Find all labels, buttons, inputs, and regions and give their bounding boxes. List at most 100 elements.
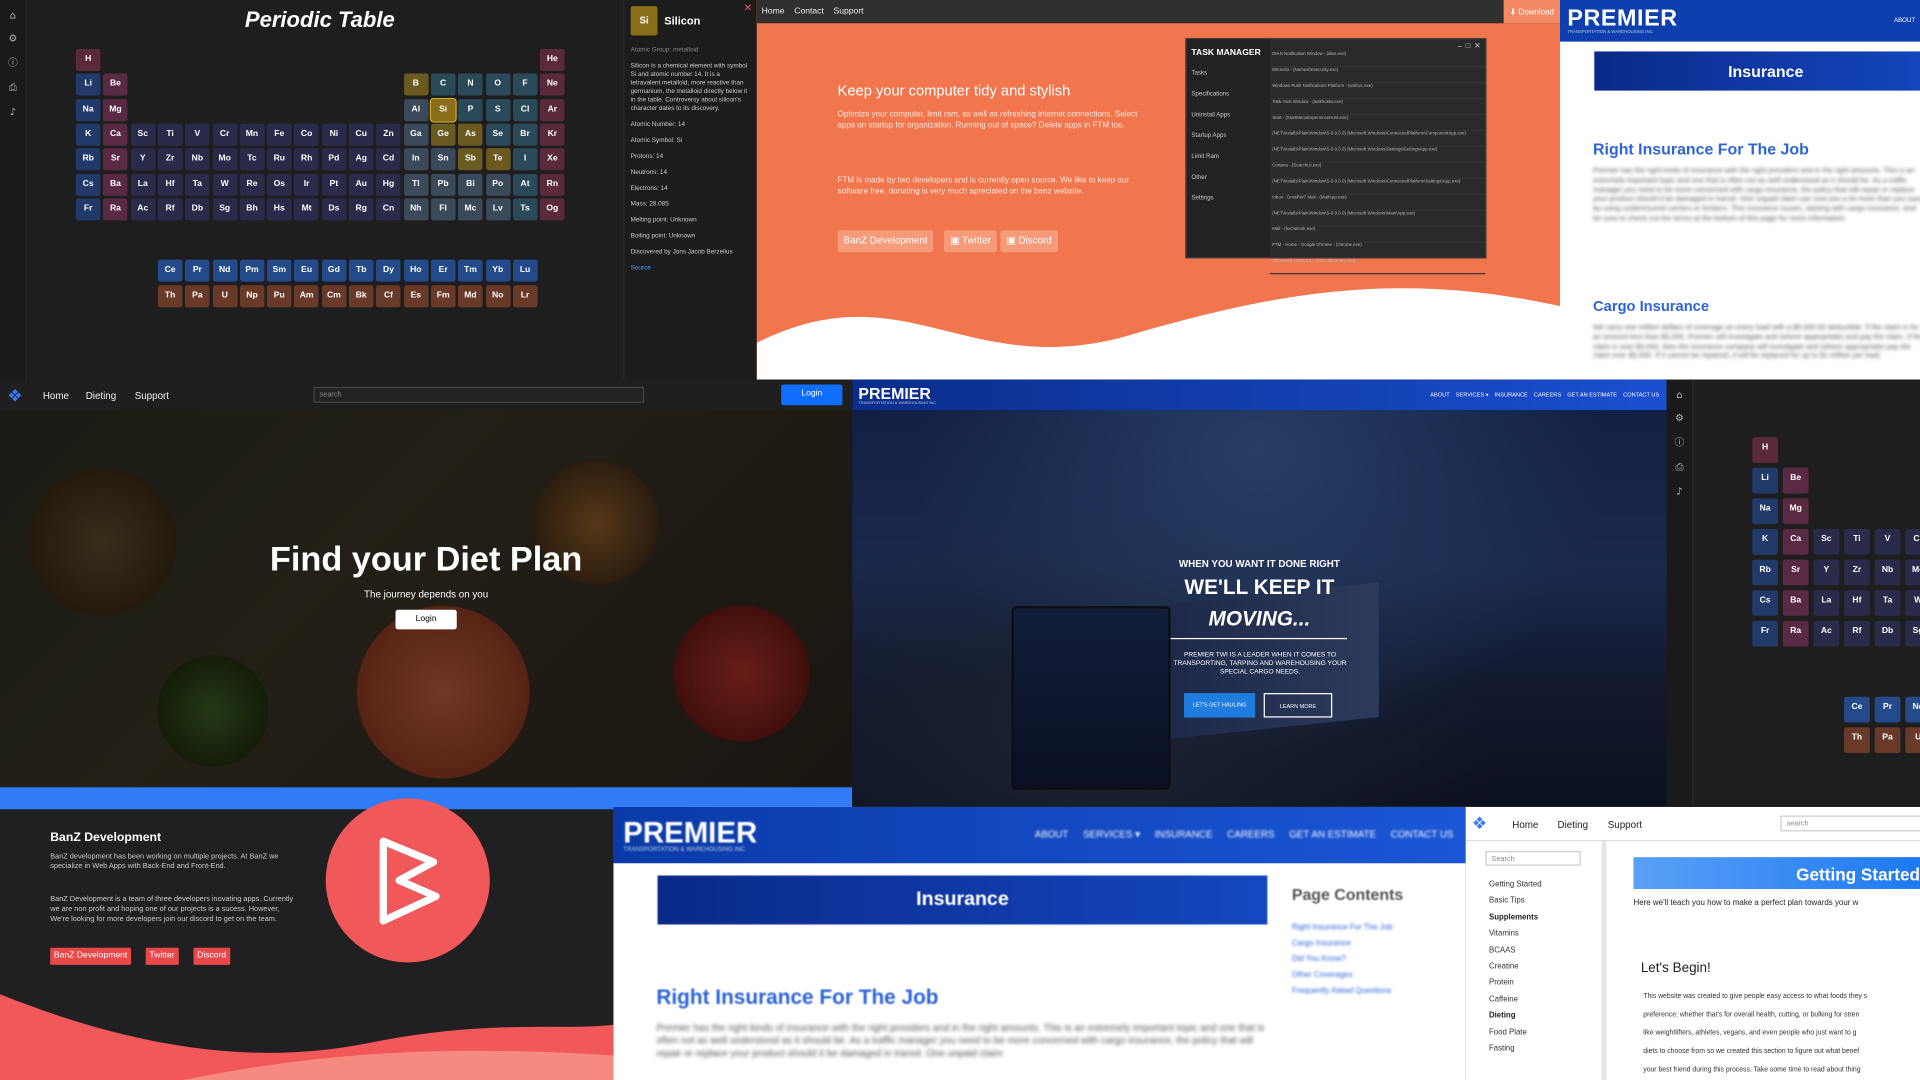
sidebar-item[interactable]: Dieting <box>1489 1012 1516 1021</box>
sidebar-item[interactable]: Food Plate <box>1489 1028 1527 1037</box>
twitter-button[interactable]: Twitter <box>145 947 179 965</box>
element-tile-os[interactable]: Os <box>267 173 292 196</box>
element-tile-rb[interactable]: Rb <box>75 148 101 171</box>
gear-icon[interactable]: ⚙ <box>1667 413 1693 424</box>
nav-home[interactable]: Home <box>1512 819 1538 830</box>
element-tile-rf[interactable]: Rf <box>157 198 183 221</box>
source-link[interactable]: Source <box>631 265 651 272</box>
sidebar-item[interactable]: Caffeine <box>1489 995 1518 1004</box>
element-tile-al[interactable]: Al <box>403 98 429 121</box>
element-tile-ac[interactable]: Ac <box>130 198 156 221</box>
process-row[interactable]: (NET\Installs\Plain\Window\S-0.0.0.0) (M… <box>1269 147 1486 163</box>
element-tile-mt[interactable]: Mt <box>294 198 319 221</box>
element-tile-ds[interactable]: Ds <box>321 198 347 221</box>
element-tile-ra[interactable]: Ra <box>103 198 128 221</box>
nav-link[interactable]: SERVICES ▾ <box>1083 829 1140 840</box>
nav-link[interactable]: ABOUT <box>1430 392 1449 398</box>
element-tile-nd[interactable]: Nd <box>212 259 237 282</box>
sidebar-item[interactable]: Supplements <box>1489 913 1538 922</box>
element-tile-sm[interactable]: Sm <box>267 259 292 282</box>
toc-link[interactable]: Frequently Asked Questions <box>1292 983 1393 999</box>
process-row[interactable]: DIAN Notification Window - (dian.exe) <box>1269 51 1486 68</box>
element-tile-cn[interactable]: Cn <box>376 198 401 221</box>
element-tile-br[interactable]: Br <box>512 123 538 146</box>
element-tile-pd[interactable]: Pd <box>321 148 347 171</box>
process-row[interactable]: (NET\Installs\Plain\Window\S-0.0.0.0) (M… <box>1269 179 1486 195</box>
element-tile-ta[interactable]: Ta <box>185 173 210 196</box>
element-tile-na[interactable]: Na <box>1752 498 1778 525</box>
element-tile-au[interactable]: Au <box>348 173 374 196</box>
toc-link[interactable]: Did You Know? <box>1292 951 1393 967</box>
nav-link[interactable]: CAREERS <box>1534 392 1561 398</box>
sidebar-item[interactable]: Vitamins <box>1489 930 1519 939</box>
menu-item[interactable]: Other <box>1191 174 1264 181</box>
element-tile-pt[interactable]: Pt <box>321 173 347 196</box>
element-tile-sc[interactable]: Sc <box>130 123 156 146</box>
element-tile-mc[interactable]: Mc <box>458 198 483 221</box>
element-tile-zn[interactable]: Zn <box>376 123 401 146</box>
element-tile-i[interactable]: I <box>512 148 538 171</box>
element-tile-ir[interactable]: Ir <box>294 173 319 196</box>
nav-link[interactable]: CONTACT US <box>1391 829 1454 840</box>
element-tile-sr[interactable]: Sr <box>1782 559 1809 586</box>
element-tile-ce[interactable]: Ce <box>1844 696 1870 722</box>
sidebar-item[interactable]: Fasting <box>1489 1044 1515 1053</box>
element-tile-in[interactable]: In <box>403 148 429 171</box>
element-tile-fe[interactable]: Fe <box>267 123 292 146</box>
element-tile-ho[interactable]: Ho <box>403 259 429 282</box>
sidebar-scrollbar[interactable] <box>1601 841 1607 1080</box>
element-tile-ti[interactable]: Ti <box>1844 528 1870 555</box>
window-controls[interactable]: – □ ✕ <box>1458 42 1481 50</box>
element-tile-y[interactable]: Y <box>130 148 156 171</box>
element-tile-ag[interactable]: Ag <box>348 148 374 171</box>
element-tile-pr[interactable]: Pr <box>1874 696 1901 722</box>
element-tile-lr[interactable]: Lr <box>512 284 538 307</box>
element-tile-te[interactable]: Te <box>485 148 511 171</box>
element-tile-na[interactable]: Na <box>75 98 101 121</box>
grape-logo-icon[interactable]: ❖ <box>7 386 22 407</box>
element-tile-fr[interactable]: Fr <box>1752 620 1778 647</box>
element-tile-si[interactable]: Si <box>429 97 457 122</box>
hero-login-button[interactable]: Login <box>395 609 457 630</box>
element-tile-ar[interactable]: Ar <box>540 98 565 121</box>
search-input[interactable]: search <box>1780 815 1920 832</box>
element-tile-tc[interactable]: Tc <box>239 148 265 171</box>
element-tile-h[interactable]: H <box>1752 437 1778 463</box>
volume-icon[interactable]: ♪ <box>0 107 26 118</box>
nav-dieting[interactable]: Dieting <box>86 391 116 402</box>
element-tile-ac[interactable]: Ac <box>1813 620 1840 647</box>
process-row[interactable]: Inbox - Gmail\W7 Mail - (MailApp.exe) <box>1269 195 1486 211</box>
element-tile-db[interactable]: Db <box>1874 620 1901 647</box>
element-tile-dy[interactable]: Dy <box>376 259 401 282</box>
print-icon[interactable]: ⎙ <box>0 82 26 94</box>
banz-button[interactable]: BanZ Development <box>50 947 131 965</box>
element-tile-sr[interactable]: Sr <box>103 148 128 171</box>
menu-item[interactable]: Settings <box>1191 195 1264 202</box>
nav-link[interactable]: SERVICES ▾ <box>1456 392 1489 398</box>
element-tile-ta[interactable]: Ta <box>1874 590 1901 616</box>
menu-item[interactable]: Specifications <box>1191 91 1264 98</box>
element-tile-mo[interactable]: Mo <box>1905 559 1920 586</box>
element-tile-mn[interactable]: Mn <box>239 123 265 146</box>
download-button[interactable]: ⬇ Download <box>1503 0 1561 24</box>
element-tile-cf[interactable]: Cf <box>376 284 401 307</box>
element-tile-sb[interactable]: Sb <box>458 148 483 171</box>
element-tile-k[interactable]: K <box>1752 528 1778 555</box>
element-tile-u[interactable]: U <box>1905 726 1920 753</box>
nav-link[interactable]: ABOUT <box>1035 829 1069 840</box>
element-tile-hf[interactable]: Hf <box>157 173 183 196</box>
nav-link[interactable]: GET AN ESTIMATE <box>1289 829 1376 840</box>
process-row[interactable]: Start - (StartMenuExperienceHost.exe) <box>1269 115 1486 132</box>
nav-link[interactable]: INSURANCE <box>1495 392 1528 398</box>
element-tile-no[interactable]: No <box>485 284 511 307</box>
twitter-button[interactable]: ▣ Twitter <box>944 230 997 253</box>
element-tile-db[interactable]: Db <box>185 198 210 221</box>
element-tile-nb[interactable]: Nb <box>1874 559 1901 586</box>
element-tile-fm[interactable]: Fm <box>430 284 456 307</box>
element-tile-hf[interactable]: Hf <box>1844 590 1870 616</box>
element-tile-po[interactable]: Po <box>485 173 511 196</box>
sidebar-item[interactable]: Protein <box>1489 979 1514 988</box>
element-tile-re[interactable]: Re <box>239 173 265 196</box>
process-row[interactable]: Windows Push Notifications Platform - (w… <box>1269 83 1486 100</box>
menu-item[interactable]: Tasks <box>1191 70 1264 77</box>
